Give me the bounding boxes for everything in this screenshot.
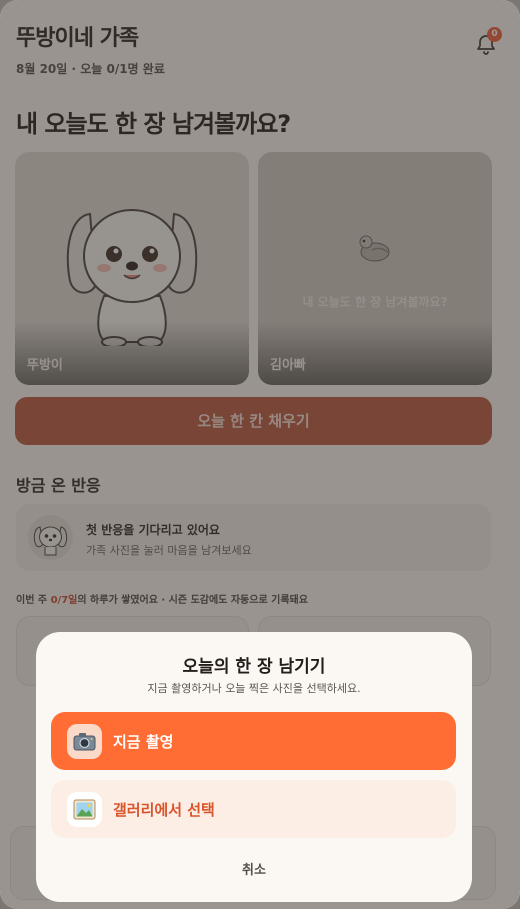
photo-upload-sheet: 오늘의 한 장 남기기 지금 촬영하거나 오늘 찍은 사진을 선택하세요. 지금… <box>36 632 472 902</box>
take-photo-label: 지금 촬영 <box>113 733 174 751</box>
camera-icon <box>67 724 102 759</box>
choose-from-gallery-button[interactable]: 갤러리에서 선택 <box>51 780 456 838</box>
cancel-button[interactable]: 취소 <box>36 859 472 878</box>
picture-icon <box>67 792 102 827</box>
sheet-subtitle: 지금 촬영하거나 오늘 찍은 사진을 선택하세요. <box>147 682 361 695</box>
choose-from-gallery-label: 갤러리에서 선택 <box>113 801 215 819</box>
app-screen: 뚜방이네 가족 8월 20일 · 오늘 0/1명 완료 0 내 오늘도 한 장 … <box>0 0 520 909</box>
sheet-title: 오늘의 한 장 남기기 <box>182 657 326 677</box>
take-photo-button[interactable]: 지금 촬영 <box>51 712 456 770</box>
